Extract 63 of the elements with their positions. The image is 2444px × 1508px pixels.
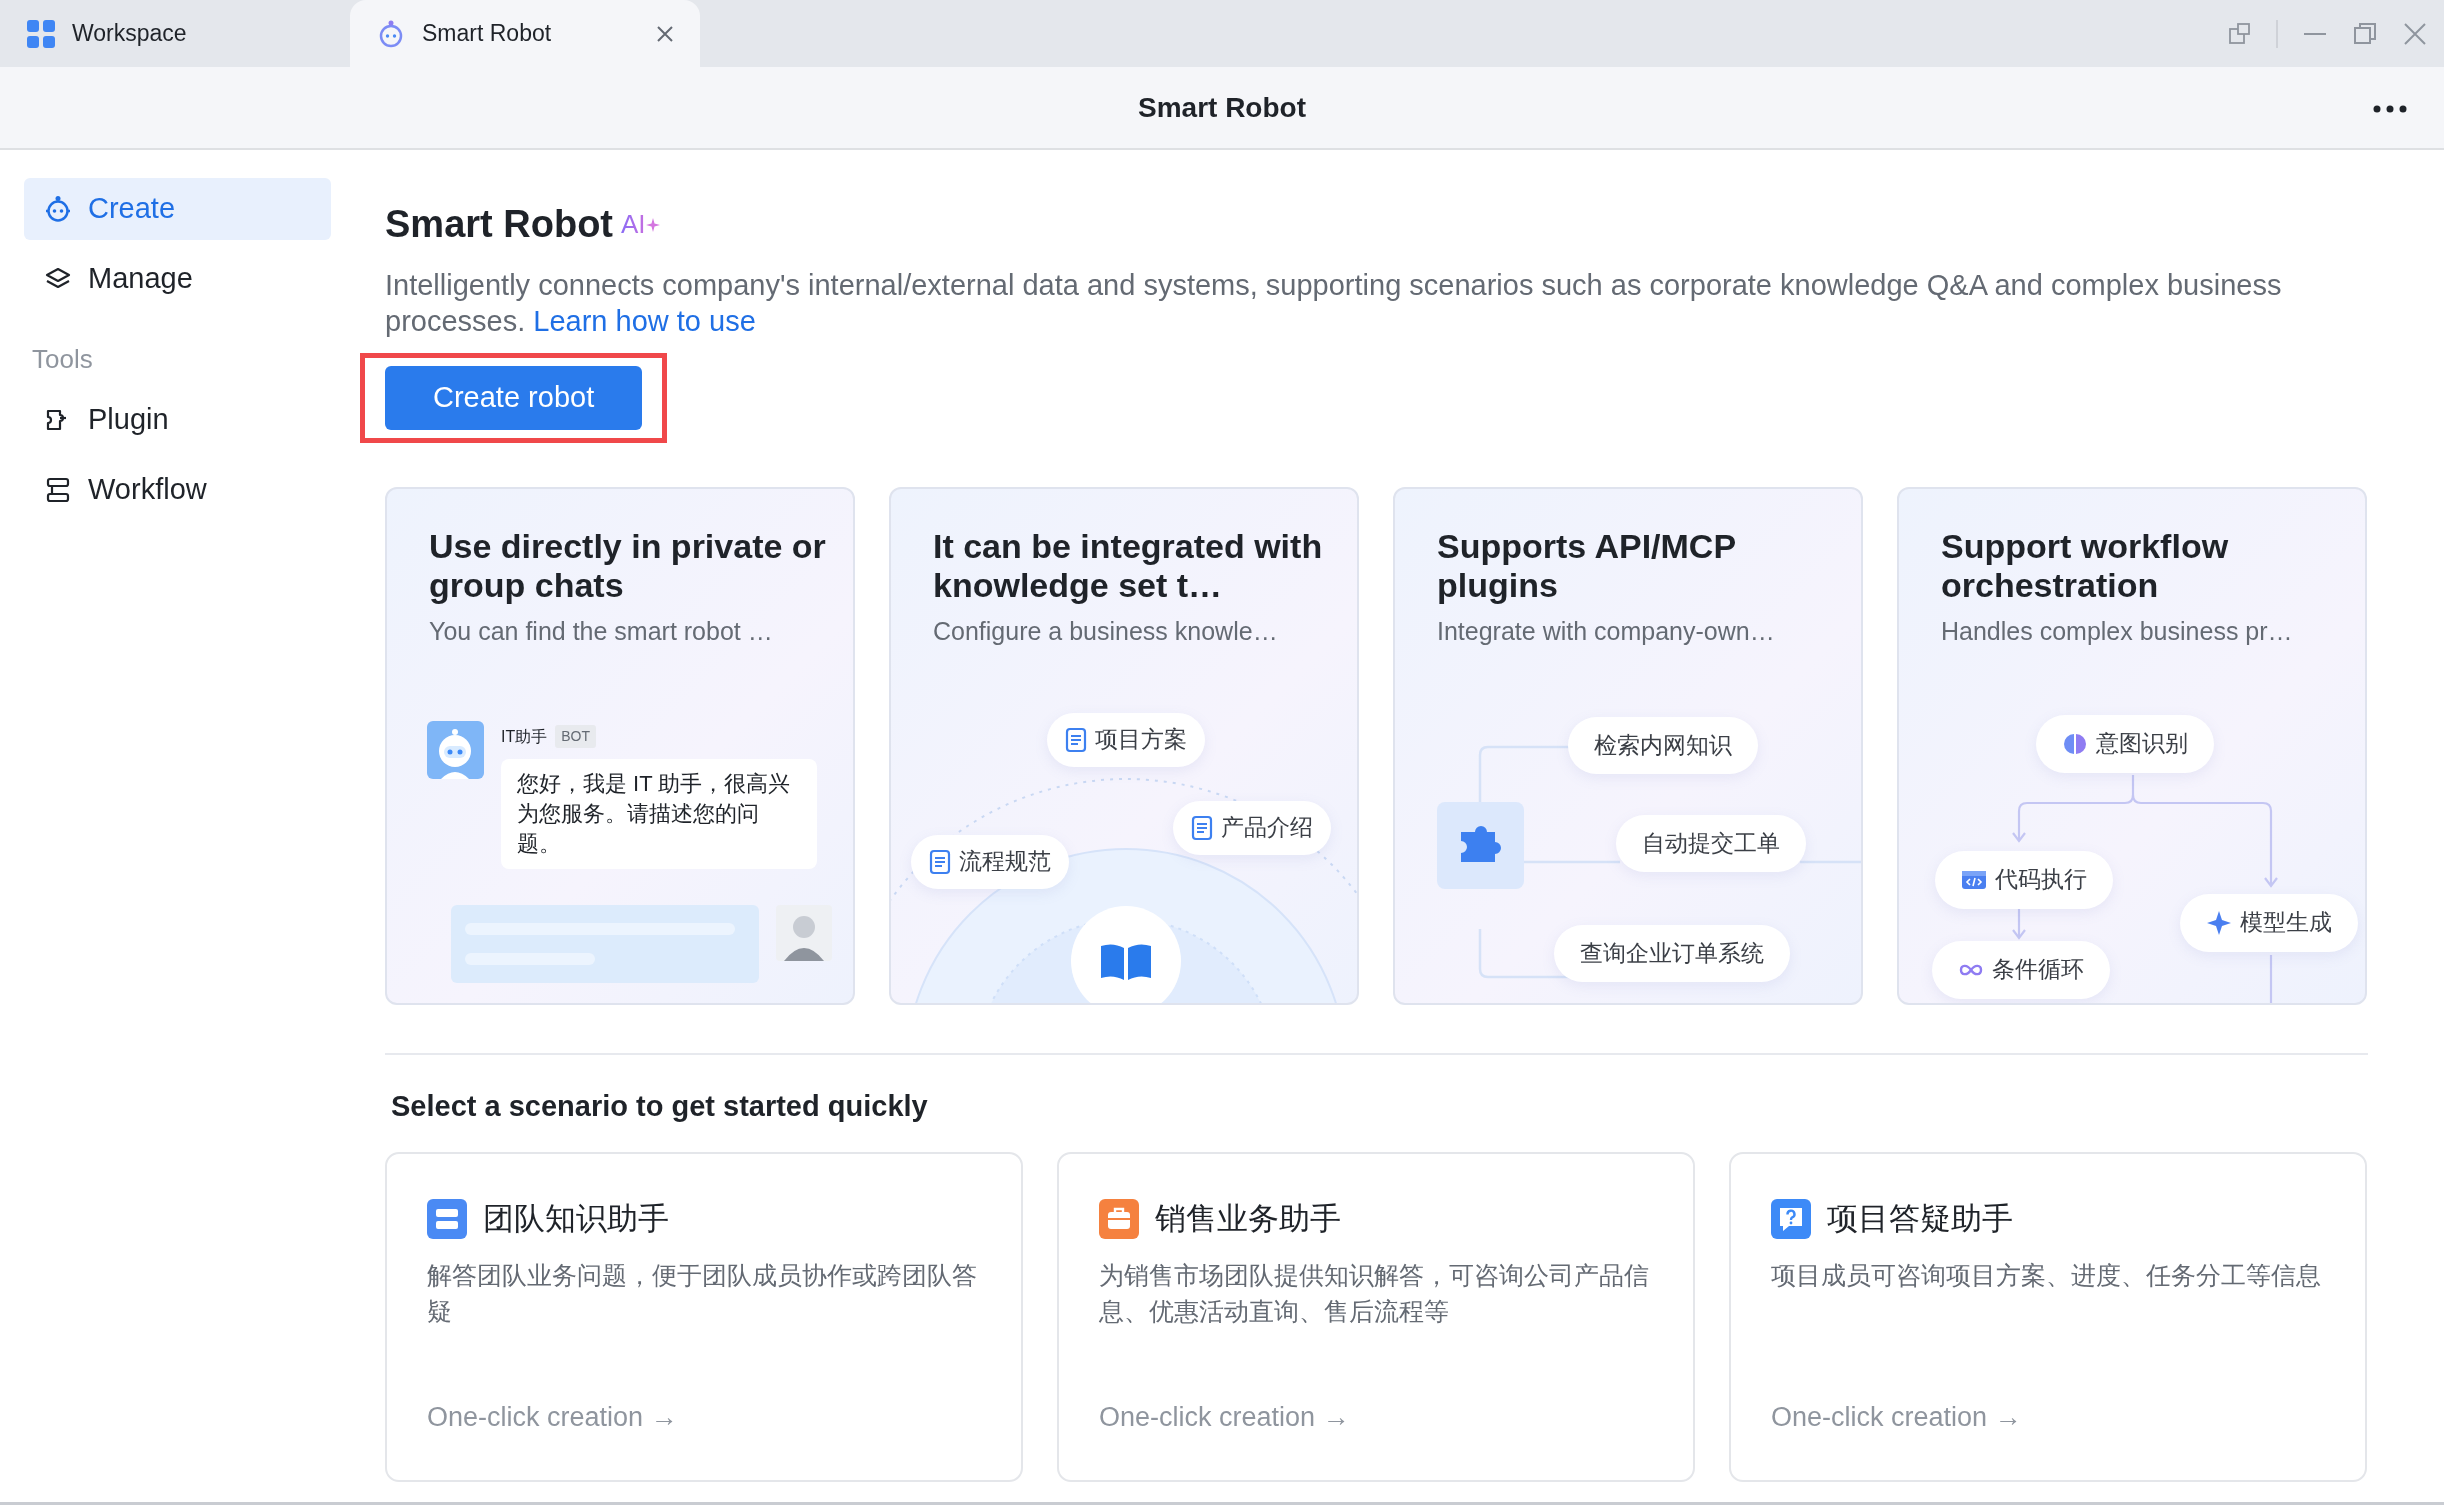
puzzle-icon xyxy=(1437,801,1524,889)
page-title: Smart Robot xyxy=(1138,90,1306,125)
description: Intelligently connects company's internal/external data and systems, supporting scenarios such as corporate knowledge Q&A and complex business processes. Learn how to use xyxy=(385,268,2283,339)
workflow-node: 代码执行 xyxy=(1935,850,2113,909)
section-heading: Select a scenario to get started quickly xyxy=(391,1088,929,1124)
scenario-description: 解答团队业务问题，便于团队成员协作或跨团队答疑 xyxy=(427,1259,978,1327)
scenario-card[interactable]: 销售业务助手 为销售市场团队提供知识解答，可咨询公司产品信息、优惠活动直询、售后流程等 One-click creation → xyxy=(1057,1152,1695,1482)
feature-title: Use directly in private or group chats xyxy=(428,525,827,605)
feature-title: Supports API/MCP plugins xyxy=(1436,525,1737,605)
feature-subtitle: You can find the smart robot … xyxy=(428,615,774,647)
scenario-card[interactable]: 团队知识助手 解答团队业务问题，便于团队成员协作或跨团队答疑 One-click creation → xyxy=(385,1152,1023,1482)
robot-icon xyxy=(44,195,72,223)
sidebar-item[interactable]: Plugin xyxy=(24,389,331,451)
user-avatar-icon xyxy=(776,904,832,961)
scenario-title: 销售业务助手 xyxy=(1155,1200,1341,1238)
grid-icon xyxy=(26,18,56,49)
connector-line xyxy=(2269,954,2273,1003)
workflow-node: 模型生成 xyxy=(2180,893,2358,952)
book-icon xyxy=(1071,905,1181,1003)
workflow-icon xyxy=(44,476,72,504)
document-chip: 产品介绍 xyxy=(1173,800,1331,855)
scenario-description: 为销售市场团队提供知识解答，可咨询公司产品信息、优惠活动直询、售后流程等 xyxy=(1099,1259,1650,1327)
document-icon xyxy=(929,848,951,875)
document-chip: 流程规范 xyxy=(911,834,1069,889)
feature-subtitle: Configure a business knowle… xyxy=(932,615,1279,647)
sparkle-icon xyxy=(645,217,660,232)
scenario-title: 项目答疑助手 xyxy=(1827,1200,2013,1238)
workflow-node: 意图识别 xyxy=(2036,714,2214,773)
sparkle-icon xyxy=(2206,909,2232,936)
document-chip: 项目方案 xyxy=(1047,712,1205,767)
close-icon[interactable] xyxy=(656,24,674,43)
document-icon xyxy=(1191,814,1213,841)
action-chip: 自动提交工单 xyxy=(1616,814,1806,872)
learn-link[interactable]: Learn how to use xyxy=(533,305,756,337)
more-icon[interactable] xyxy=(2372,104,2408,114)
scenario-title: 团队知识助手 xyxy=(483,1200,669,1238)
window-tab[interactable]: Smart Robot xyxy=(350,0,700,67)
document-icon xyxy=(1065,726,1087,753)
chat-bubble: 您好，我是 IT 助手，很高兴为您服务。请描述您的问题。 xyxy=(501,758,817,869)
page-heading: Smart Robot xyxy=(385,202,613,247)
workflow-node: 条件循环 xyxy=(1932,940,2110,999)
create-button[interactable]: Create robot xyxy=(385,366,643,430)
action-chip: 检索内网知识 xyxy=(1568,716,1758,774)
robot-avatar-icon xyxy=(427,720,484,779)
feature-title: It can be integrated with knowledge set t… xyxy=(932,525,1324,605)
close-icon[interactable] xyxy=(2402,20,2428,47)
message-input[interactable] xyxy=(451,904,759,983)
bot-name: IT助手 xyxy=(501,726,548,747)
feature-title: Support workflow orchestration xyxy=(1940,525,2230,605)
feature-subtitle: Handles complex business pr… xyxy=(1940,615,2294,647)
scenario-description: 项目成员可咨询项目方案、进度、任务分工等信息 xyxy=(1771,1259,2322,1291)
window-tab[interactable]: Workspace xyxy=(0,0,350,67)
scenario-card[interactable]: 项目答疑助手 项目成员可咨询项目方案、进度、任务分工等信息 One-click creation → xyxy=(1729,1152,2367,1482)
section-label: Tools xyxy=(31,343,94,376)
bot-badge: BOT xyxy=(555,725,596,748)
sidebar-item[interactable]: Create xyxy=(24,178,331,240)
popout-icon[interactable] xyxy=(2228,21,2252,46)
flow-arrow xyxy=(2012,906,2026,940)
action-chip: 查询企业订单系统 xyxy=(1554,924,1790,982)
restore-icon[interactable] xyxy=(2352,20,2378,47)
sidebar-item[interactable]: Manage xyxy=(24,248,331,310)
sidebar-item[interactable]: Workflow xyxy=(24,459,331,521)
feature-subtitle: Integrate with company-own… xyxy=(1436,615,1776,647)
